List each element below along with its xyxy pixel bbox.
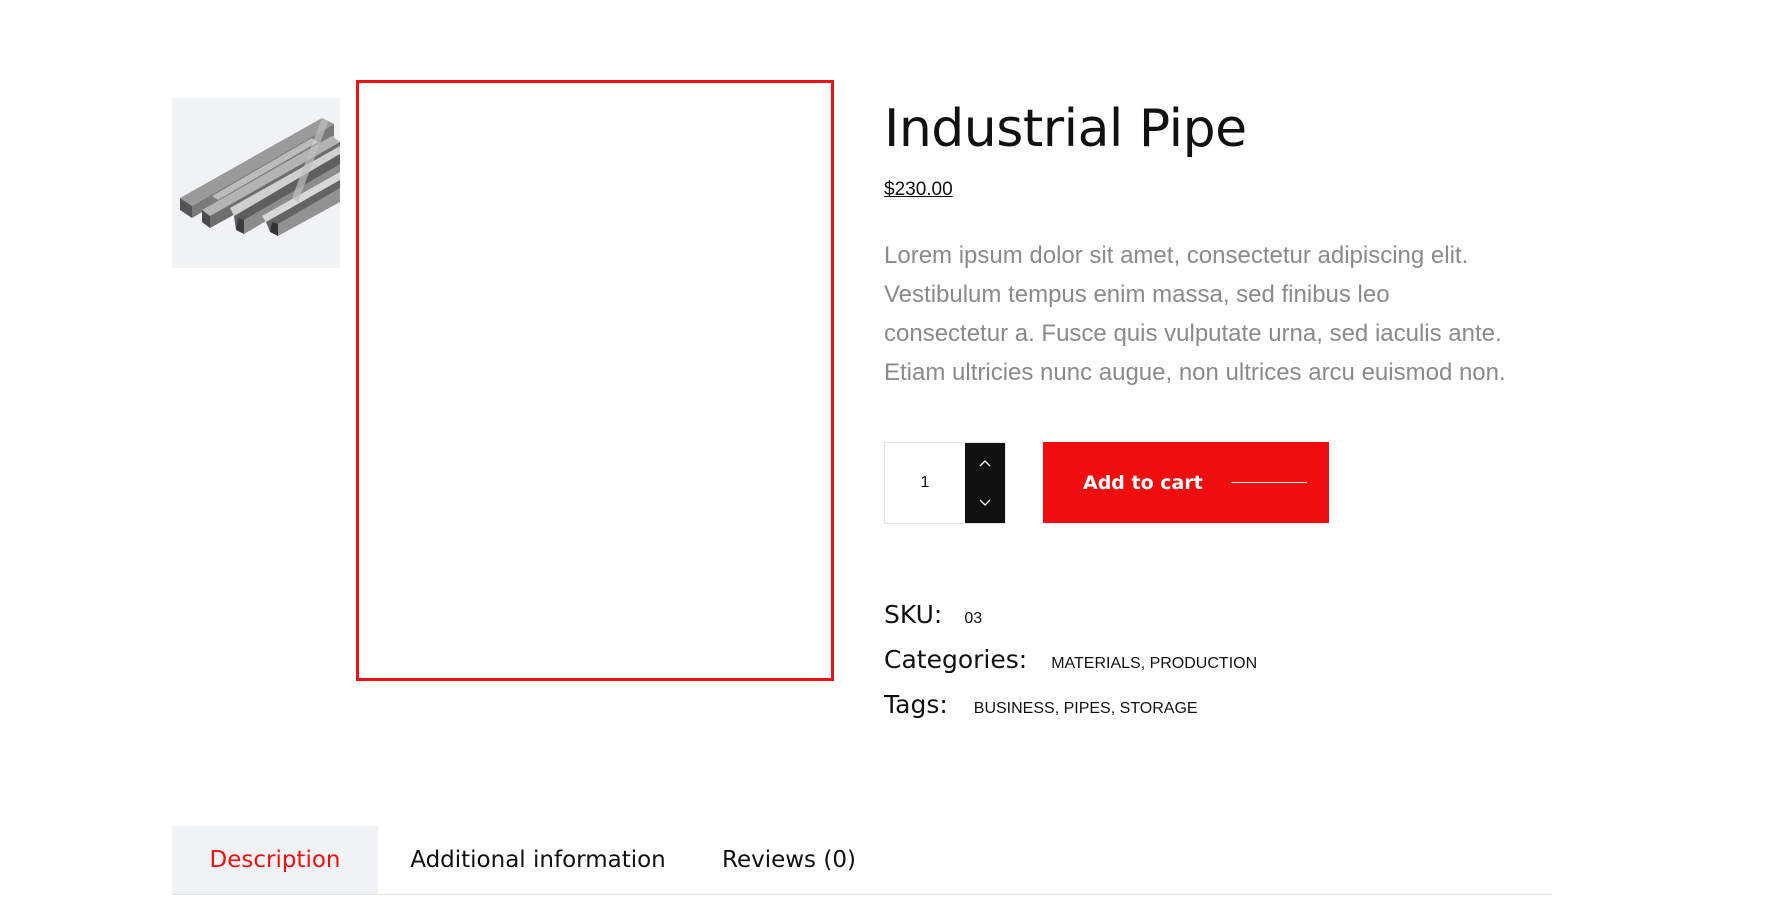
sku-value: 03 bbox=[964, 610, 983, 627]
product-short-description: Lorem ipsum dolor sit amet, consectetur … bbox=[884, 242, 1506, 386]
product-tabs: Description Additional information Revie… bbox=[172, 826, 1552, 895]
quantity-input[interactable] bbox=[885, 443, 965, 523]
product-title: Industrial Pipe bbox=[884, 99, 1247, 159]
steel-angle-bars-image bbox=[172, 98, 340, 268]
categories-label: Categories: bbox=[884, 645, 1028, 674]
chevron-down-icon bbox=[979, 499, 991, 506]
button-line-decoration bbox=[1230, 482, 1307, 483]
quantity-stepper[interactable] bbox=[884, 442, 1006, 524]
main-product-image[interactable] bbox=[356, 80, 834, 681]
tags-links[interactable]: BUSINESS, PIPES, STORAGE bbox=[974, 700, 1198, 718]
product-categories: Categories: MATERIALS, PRODUCTION bbox=[884, 645, 1257, 674]
quantity-decrement-button[interactable] bbox=[965, 483, 1005, 523]
tags-label: Tags: bbox=[884, 690, 948, 719]
product-tags: Tags: BUSINESS, PIPES, STORAGE bbox=[884, 690, 1198, 719]
tab-description[interactable]: Description bbox=[172, 826, 378, 894]
tab-additional-information[interactable]: Additional information bbox=[378, 826, 698, 894]
product-sku: SKU: 03 bbox=[884, 600, 982, 629]
add-to-cart-button[interactable]: Add to cart bbox=[1043, 442, 1329, 523]
sku-label: SKU: bbox=[884, 600, 943, 629]
product-price: $230.00 bbox=[884, 179, 953, 200]
categories-links[interactable]: MATERIALS, PRODUCTION bbox=[1051, 655, 1257, 673]
tab-reviews[interactable]: Reviews (0) bbox=[698, 826, 910, 894]
quantity-increment-button[interactable] bbox=[965, 443, 1005, 483]
quantity-arrows bbox=[965, 443, 1005, 523]
add-to-cart-label: Add to cart bbox=[1083, 471, 1203, 494]
product-thumbnail[interactable] bbox=[172, 98, 340, 268]
chevron-up-icon bbox=[979, 460, 991, 467]
